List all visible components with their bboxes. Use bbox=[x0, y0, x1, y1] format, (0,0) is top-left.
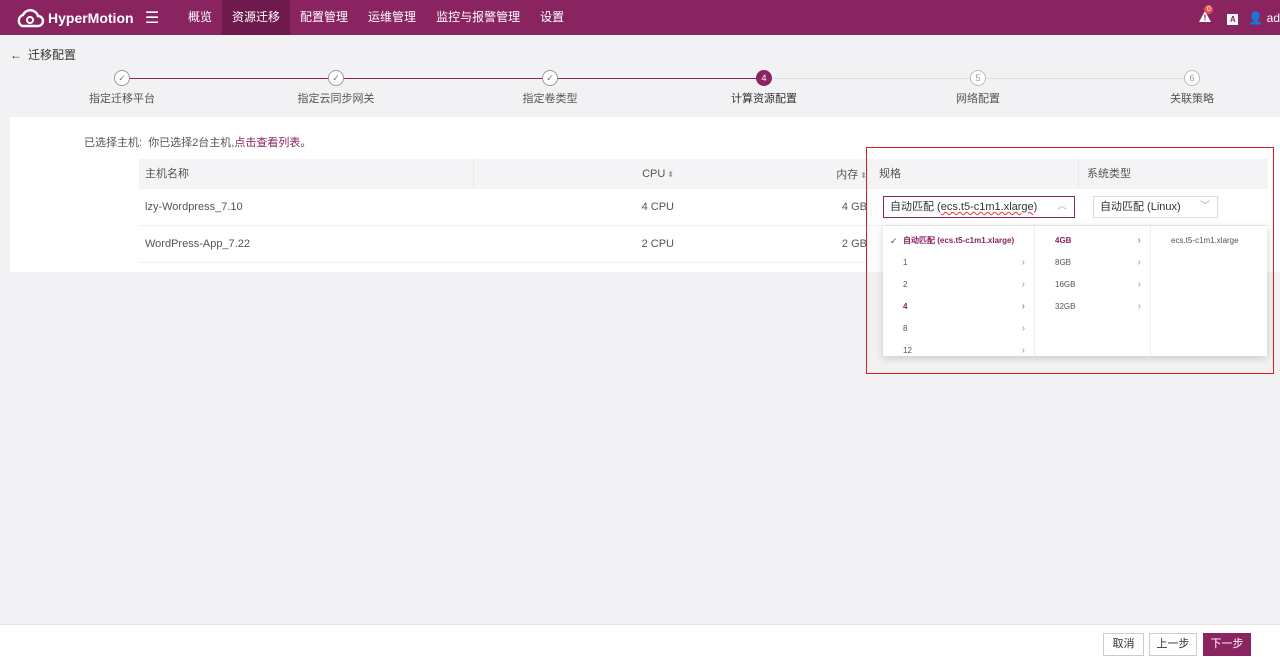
step-6: 6 关联策略 bbox=[1132, 70, 1252, 106]
back-arrow-icon[interactable]: ← bbox=[10, 48, 22, 62]
page-header: ← 迁移配置 bbox=[10, 46, 76, 63]
spec-cascade-dropdown: ✓ 自动匹配 (ecs.t5-c1m1.xlarge) 1 › 2 › 4 › 8 › 1… bbox=[883, 226, 1267, 356]
cancel-button[interactable]: 取消 bbox=[1103, 633, 1144, 656]
cascade-option[interactable]: ecs.t5-c1m1.xlarge bbox=[1151, 230, 1267, 252]
alert-icon[interactable]: 0 bbox=[1199, 4, 1214, 25]
top-bar: HyperMotion ☰ 概览 资源迁移 配置管理 运维管理 监控与报警管理 … bbox=[0, 0, 1280, 35]
nav-item-overview[interactable]: 概览 bbox=[178, 0, 222, 35]
chevron-right-icon: › bbox=[1137, 279, 1141, 290]
cascade-option[interactable]: ✓ 自动匹配 (ecs.t5-c1m1.xlarge) bbox=[883, 230, 1034, 252]
host-mem: 4 GB bbox=[841, 201, 867, 213]
step-label: 指定卷类型 bbox=[522, 93, 578, 105]
cascade-column-memory: 4GB › 8GB › 16GB › 32GB › bbox=[1035, 226, 1151, 356]
sort-icon[interactable]: ⬍ bbox=[667, 170, 674, 179]
cascade-option[interactable]: 4 › bbox=[883, 296, 1034, 318]
step-5: 5 网络配置 bbox=[918, 70, 1038, 106]
col-header-name: 主机名称 bbox=[139, 159, 474, 189]
user-icon: 👤 bbox=[1248, 10, 1264, 25]
hamburger-icon[interactable]: ☰ bbox=[140, 8, 164, 28]
os-select[interactable]: 自动匹配 (Linux) ﹀ bbox=[1093, 196, 1218, 218]
host-name: WordPress-App_7.22 bbox=[145, 238, 250, 250]
chevron-right-icon: › bbox=[1021, 323, 1025, 334]
host-cpu: 2 CPU bbox=[641, 238, 674, 250]
check-icon: ✓ bbox=[542, 70, 558, 86]
selected-hosts-info: 已选择主机: 你已选择2台主机,点击查看列表。 bbox=[84, 134, 311, 150]
user-menu[interactable]: 👤 ad bbox=[1248, 11, 1280, 25]
cloud-logo-icon bbox=[17, 8, 45, 27]
step-label: 网络配置 bbox=[956, 93, 1000, 105]
table-row: WordPress-App_7.22 2 CPU 2 GB bbox=[139, 226, 867, 263]
col-header-spec: 规格 bbox=[867, 159, 1079, 189]
step-4: 4 计算资源配置 bbox=[704, 70, 824, 106]
cascade-option[interactable]: 2 › bbox=[883, 274, 1034, 296]
page-title: 迁移配置 bbox=[28, 48, 77, 62]
check-icon: ✓ bbox=[890, 236, 898, 246]
step-2: ✓ 指定云同步网关 bbox=[276, 70, 396, 106]
step-label: 计算资源配置 bbox=[731, 93, 797, 105]
check-icon: ✓ bbox=[328, 70, 344, 86]
step-label: 关联策略 bbox=[1170, 93, 1214, 105]
spec-header: 规格 系统类型 bbox=[867, 159, 1268, 189]
sort-icon[interactable]: ⬍ bbox=[860, 171, 867, 180]
selected-hosts-suffix: 。 bbox=[300, 137, 312, 149]
chevron-right-icon: › bbox=[1137, 301, 1141, 312]
cascade-option[interactable]: 4GB › bbox=[1035, 230, 1150, 252]
view-list-link[interactable]: 点击查看列表 bbox=[234, 137, 300, 149]
cascade-option[interactable]: 1 › bbox=[883, 252, 1034, 274]
step-3: ✓ 指定卷类型 bbox=[490, 70, 610, 106]
app-logo[interactable]: HyperMotion bbox=[0, 7, 140, 29]
host-mem: 2 GB bbox=[841, 238, 867, 250]
language-icon[interactable]: A bbox=[1227, 11, 1239, 25]
nav-item-ops[interactable]: 运维管理 bbox=[358, 0, 426, 35]
step-1: ✓ 指定迁移平台 bbox=[62, 70, 182, 106]
notification-badge: 0 bbox=[1204, 4, 1214, 14]
prev-step-button[interactable]: 上一步 bbox=[1149, 633, 1197, 656]
table-row: lzy-Wordpress_7.10 4 CPU 4 GB bbox=[139, 189, 867, 226]
selected-hosts-label: 已选择主机: bbox=[84, 137, 143, 149]
step-number: 6 bbox=[1184, 70, 1200, 86]
cascade-column-cpu: ✓ 自动匹配 (ecs.t5-c1m1.xlarge) 1 › 2 › 4 › 8 › 1… bbox=[883, 226, 1035, 356]
col-header-os: 系统类型 bbox=[1087, 168, 1131, 180]
chevron-right-icon: › bbox=[1137, 257, 1141, 268]
host-table: 主机名称 CPU ⬍ 内存 ⬍ lzy-Wordpress_7.10 4 CPU 4… bbox=[139, 159, 867, 263]
chevron-right-icon: › bbox=[1021, 345, 1025, 356]
cascade-option[interactable]: 12 › bbox=[883, 340, 1034, 356]
table-header: 主机名称 CPU ⬍ 内存 ⬍ bbox=[139, 159, 867, 189]
chevron-right-icon: › bbox=[1137, 235, 1141, 246]
cascade-option[interactable]: 32GB › bbox=[1035, 296, 1150, 318]
cascade-option[interactable]: 8 › bbox=[883, 318, 1034, 340]
next-step-button[interactable]: 下一步 bbox=[1203, 633, 1251, 656]
step-progress: ✓ 指定迁移平台 ✓ 指定云同步网关 ✓ 指定卷类型 4 计算资源配置 5 网络… bbox=[0, 70, 1280, 110]
nav-item-settings[interactable]: 设置 bbox=[530, 0, 574, 35]
main-nav: 概览 资源迁移 配置管理 运维管理 监控与报警管理 设置 bbox=[178, 0, 574, 35]
app-name: HyperMotion bbox=[48, 9, 134, 26]
chevron-down-icon: ﹀ bbox=[1200, 201, 1210, 212]
step-number: 5 bbox=[970, 70, 986, 86]
cascade-column-flavor: ecs.t5-c1m1.xlarge bbox=[1151, 226, 1267, 356]
cascade-option[interactable]: 16GB › bbox=[1035, 274, 1150, 296]
selected-hosts-text: 你已选择2台主机, bbox=[148, 137, 235, 149]
chevron-right-icon: › bbox=[1021, 257, 1025, 268]
step-number: 4 bbox=[756, 70, 772, 86]
host-name: lzy-Wordpress_7.10 bbox=[145, 201, 243, 213]
nav-item-config[interactable]: 配置管理 bbox=[290, 0, 358, 35]
check-icon: ✓ bbox=[114, 70, 130, 86]
step-label: 指定迁移平台 bbox=[89, 93, 155, 105]
chevron-up-icon: ︿ bbox=[1057, 201, 1067, 212]
col-header-mem[interactable]: 内存 ⬍ bbox=[674, 166, 867, 182]
chevron-right-icon: › bbox=[1021, 279, 1025, 290]
chevron-right-icon: › bbox=[1021, 301, 1025, 312]
nav-item-migration[interactable]: 资源迁移 bbox=[222, 0, 291, 35]
col-header-cpu[interactable]: CPU ⬍ bbox=[474, 168, 674, 180]
cascade-option[interactable]: 8GB › bbox=[1035, 252, 1150, 274]
nav-item-monitoring[interactable]: 监控与报警管理 bbox=[426, 0, 530, 35]
user-label: ad bbox=[1266, 10, 1280, 25]
footer-bar: 取消 上一步 下一步 bbox=[0, 624, 1280, 657]
header-actions: 0 A 👤 ad bbox=[1187, 0, 1280, 35]
step-line-done bbox=[122, 78, 764, 79]
host-cpu: 4 CPU bbox=[641, 201, 674, 213]
step-label: 指定云同步网关 bbox=[297, 93, 375, 105]
spec-select[interactable]: 自动匹配 (ecs.t5-c1m1.xlarge) ︿ bbox=[883, 196, 1075, 218]
